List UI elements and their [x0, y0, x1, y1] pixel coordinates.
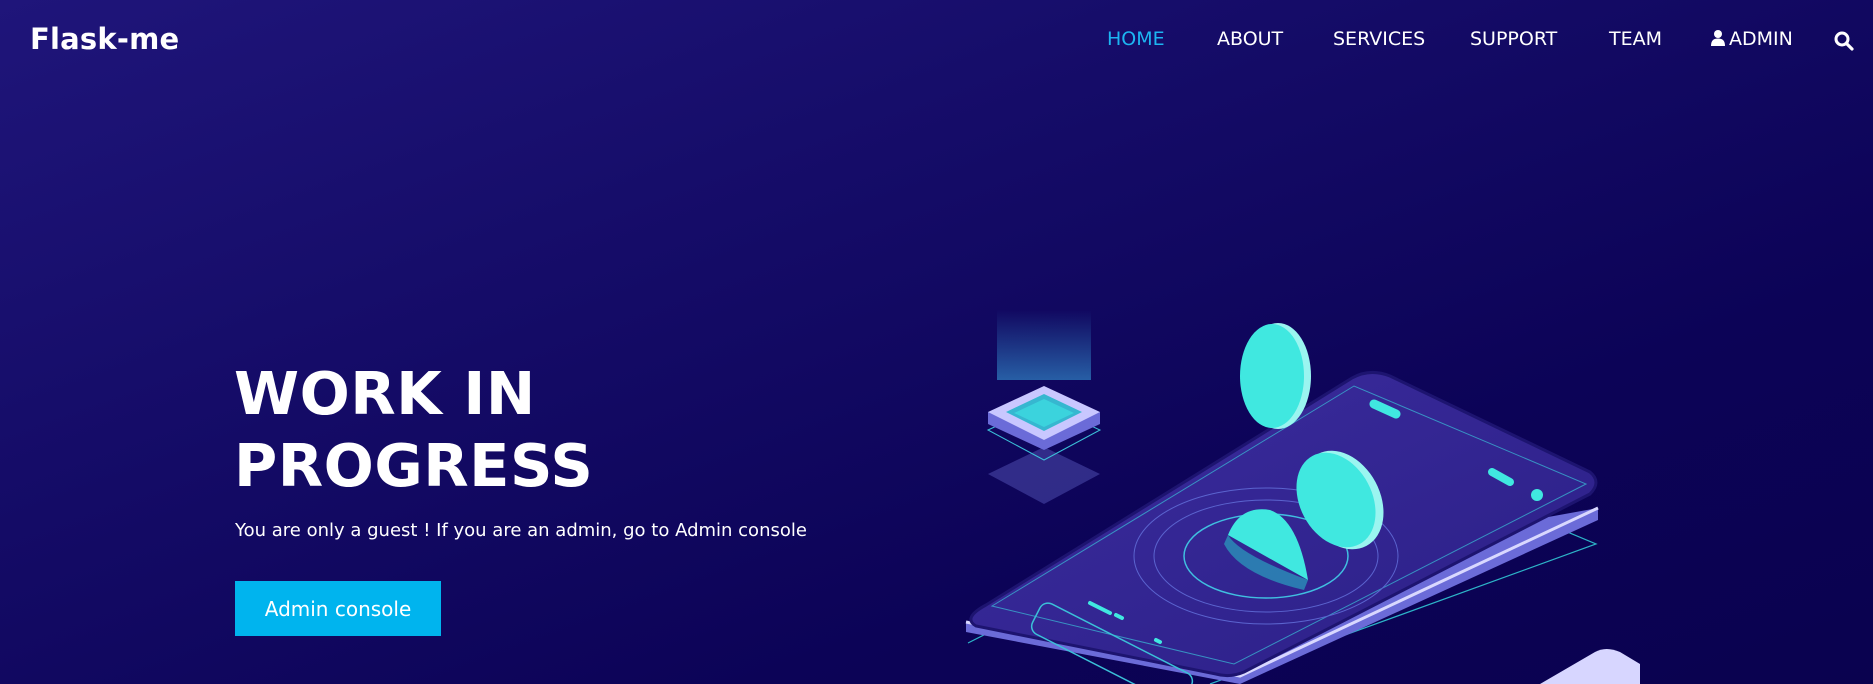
admin-console-button[interactable]: Admin console	[235, 581, 441, 636]
user-icon	[1711, 30, 1725, 46]
isometric-phone-illustration	[965, 310, 1640, 684]
hero-subtitle: You are only a guest ! If you are an adm…	[235, 520, 807, 541]
nav-admin[interactable]: ADMIN	[1711, 28, 1793, 50]
nav-about[interactable]: ABOUT	[1217, 28, 1283, 50]
nav-menu: HOME ABOUT SERVICES SUPPORT TEAM ADMIN	[0, 28, 1873, 58]
nav-services[interactable]: SERVICES	[1333, 28, 1425, 50]
nav-admin-label: ADMIN	[1729, 28, 1793, 50]
hero-title-line-1: WORK IN	[234, 359, 536, 428]
nav-support[interactable]: SUPPORT	[1470, 28, 1557, 50]
hero-title: WORK IN PROGRESS	[234, 358, 593, 502]
nav-home[interactable]: HOME	[1107, 28, 1165, 50]
search-icon[interactable]	[1834, 31, 1854, 51]
nav-team[interactable]: TEAM	[1609, 28, 1662, 50]
hero-title-line-2: PROGRESS	[234, 431, 594, 500]
navbar: Flask-me HOME ABOUT SERVICES SUPPORT TEA…	[0, 0, 1873, 82]
